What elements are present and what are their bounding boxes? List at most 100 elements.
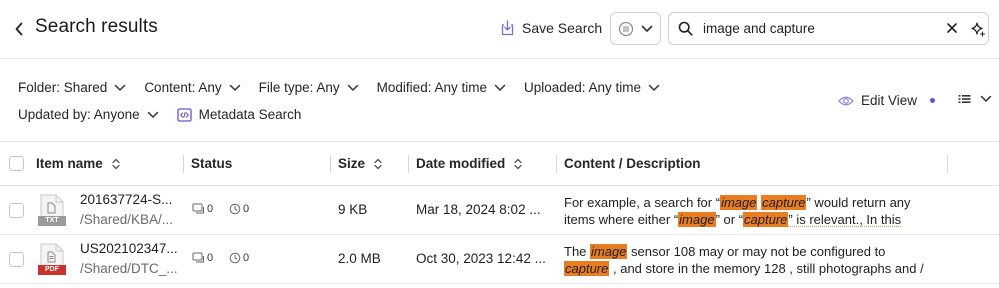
column-header-label: Status bbox=[191, 156, 233, 171]
search-term-highlight: capture bbox=[761, 195, 807, 210]
header-divider bbox=[0, 58, 999, 59]
snippet-text: ” is relevant., In this bbox=[788, 212, 902, 227]
date-modified: Mar 18, 2024 8:02 ... bbox=[416, 202, 541, 217]
file-size: 9 KB bbox=[338, 202, 368, 217]
table-row[interactable]: TXT 201637724-S... /Shared/KBA/... 0 0 9… bbox=[0, 186, 999, 235]
file-type-badge: PDF bbox=[45, 266, 59, 273]
snippet-text: ” or “ bbox=[715, 212, 744, 227]
column-resize-handle[interactable] bbox=[947, 155, 948, 173]
column-header-size[interactable]: Size bbox=[338, 142, 382, 185]
select-all-checkbox[interactable] bbox=[9, 156, 24, 171]
header: Search results Save Search bbox=[0, 0, 999, 58]
filter-bar-row2: Updated by: Anyone Metadata Search bbox=[18, 107, 301, 122]
edit-view-label: Edit View bbox=[861, 93, 918, 108]
row-checkbox[interactable] bbox=[9, 252, 24, 267]
chevron-down-icon bbox=[147, 111, 158, 118]
folder-filter[interactable]: Folder: Shared bbox=[18, 80, 126, 95]
uploaded-filter[interactable]: Uploaded: Any time bbox=[524, 80, 660, 95]
file-type-filter[interactable]: File type: Any bbox=[259, 80, 359, 95]
modified-filter[interactable]: Modified: Any time bbox=[377, 80, 506, 95]
save-search-button[interactable]: Save Search bbox=[500, 17, 602, 39]
ai-search-button[interactable] bbox=[971, 21, 985, 37]
comments-count[interactable]: 0 bbox=[192, 252, 213, 264]
snippet-text: For example, a search for “ bbox=[564, 195, 721, 210]
file-type-badge: TXT bbox=[45, 217, 59, 224]
sort-icon bbox=[374, 158, 382, 169]
sparkle-icon bbox=[971, 22, 985, 37]
comment-icon bbox=[192, 252, 204, 263]
comments-count-label: 0 bbox=[207, 252, 214, 264]
file-path: /Shared/DTC_... bbox=[80, 261, 178, 276]
uploaded-filter-label: Uploaded: Any time bbox=[523, 80, 642, 95]
modified-filter-label: Modified: Any time bbox=[376, 80, 487, 95]
column-header-content[interactable]: Content / Description bbox=[564, 142, 701, 185]
snippet-text: sensor 108 may or may not be configured … bbox=[627, 244, 886, 259]
versions-count[interactable]: 0 bbox=[229, 203, 249, 215]
unsaved-indicator-dot bbox=[930, 98, 936, 103]
column-header-label: Content / Description bbox=[564, 156, 701, 171]
snippet-text: , and store in the memory 128 , still ph… bbox=[609, 261, 924, 276]
description-line: For example, a search for “image capture… bbox=[564, 194, 944, 211]
chevron-down-icon bbox=[115, 84, 126, 91]
column-header-status[interactable]: Status bbox=[191, 142, 232, 185]
search-term-highlight: image bbox=[678, 212, 716, 227]
list-view-icon bbox=[958, 95, 971, 103]
column-header-item-name[interactable]: Item name bbox=[36, 142, 120, 185]
code-icon bbox=[176, 107, 192, 122]
comments-count[interactable]: 0 bbox=[192, 203, 213, 215]
chevron-down-icon bbox=[347, 84, 358, 91]
table-row[interactable]: PDF US202102347... /Shared/DTC_... 0 0 2… bbox=[0, 235, 999, 284]
edit-view-button[interactable]: Edit View bbox=[838, 93, 936, 108]
search-term-highlight: capture bbox=[743, 212, 789, 227]
file-size: 2.0 MB bbox=[338, 251, 381, 266]
description-line: capture , and store in the memory 128 , … bbox=[564, 260, 944, 277]
search-icon bbox=[678, 21, 693, 36]
save-search-label: Save Search bbox=[522, 20, 603, 36]
snippet-text: ” would return any bbox=[806, 195, 911, 210]
page-title: Search results bbox=[35, 16, 158, 37]
file-path: /Shared/KBA/... bbox=[80, 212, 174, 227]
filter-bar-row1: Folder: Shared Content: Any File type: A… bbox=[18, 80, 678, 95]
row-checkbox[interactable] bbox=[9, 203, 24, 218]
content-description: The image sensor 108 may or may not be c… bbox=[564, 243, 944, 277]
close-icon bbox=[947, 23, 957, 33]
column-header-date-modified[interactable]: Date modified bbox=[416, 142, 522, 185]
metadata-search-label: Metadata Search bbox=[198, 107, 302, 122]
chevron-down-icon bbox=[494, 84, 506, 91]
column-header-label: Date modified bbox=[416, 156, 506, 171]
file-name-link[interactable]: 201637724-S... bbox=[80, 192, 172, 207]
updated-by-filter[interactable]: Updated by: Anyone bbox=[18, 107, 159, 122]
column-resize-handle[interactable] bbox=[556, 155, 557, 173]
chevron-down-icon bbox=[648, 84, 660, 91]
saved-filter-dropdown[interactable] bbox=[610, 12, 661, 45]
file-name-link[interactable]: US202102347... bbox=[80, 241, 178, 256]
versions-count[interactable]: 0 bbox=[229, 252, 249, 264]
clock-icon bbox=[229, 203, 241, 215]
sort-icon bbox=[514, 158, 522, 169]
clear-search-button[interactable] bbox=[946, 22, 958, 34]
date-modified: Oct 30, 2023 12:42 ... bbox=[416, 251, 546, 266]
column-resize-handle[interactable] bbox=[408, 155, 409, 173]
search-term-highlight: image bbox=[590, 244, 628, 259]
content-filter[interactable]: Content: Any bbox=[144, 80, 240, 95]
search-term-highlight: image bbox=[720, 195, 758, 210]
sort-icon bbox=[112, 158, 120, 169]
list-circle-icon bbox=[618, 21, 634, 36]
versions-count-label: 0 bbox=[243, 203, 250, 215]
versions-count-label: 0 bbox=[243, 252, 250, 264]
description-line: The image sensor 108 may or may not be c… bbox=[564, 243, 944, 260]
comment-icon bbox=[192, 203, 204, 214]
search-box bbox=[668, 12, 989, 45]
column-resize-handle[interactable] bbox=[183, 155, 184, 173]
column-resize-handle[interactable] bbox=[330, 155, 331, 173]
search-input[interactable] bbox=[703, 21, 933, 36]
metadata-search-button[interactable]: Metadata Search bbox=[176, 107, 302, 122]
updated-by-filter-label: Updated by: Anyone bbox=[18, 107, 140, 122]
snippet-text: items where either “ bbox=[564, 212, 679, 227]
snippet-text: The bbox=[564, 244, 591, 259]
back-button[interactable] bbox=[10, 19, 28, 39]
folder-filter-label: Folder: Shared bbox=[18, 80, 108, 95]
view-mode-dropdown[interactable] bbox=[958, 94, 992, 104]
eye-icon bbox=[838, 96, 854, 105]
chevron-down-icon bbox=[641, 25, 653, 32]
